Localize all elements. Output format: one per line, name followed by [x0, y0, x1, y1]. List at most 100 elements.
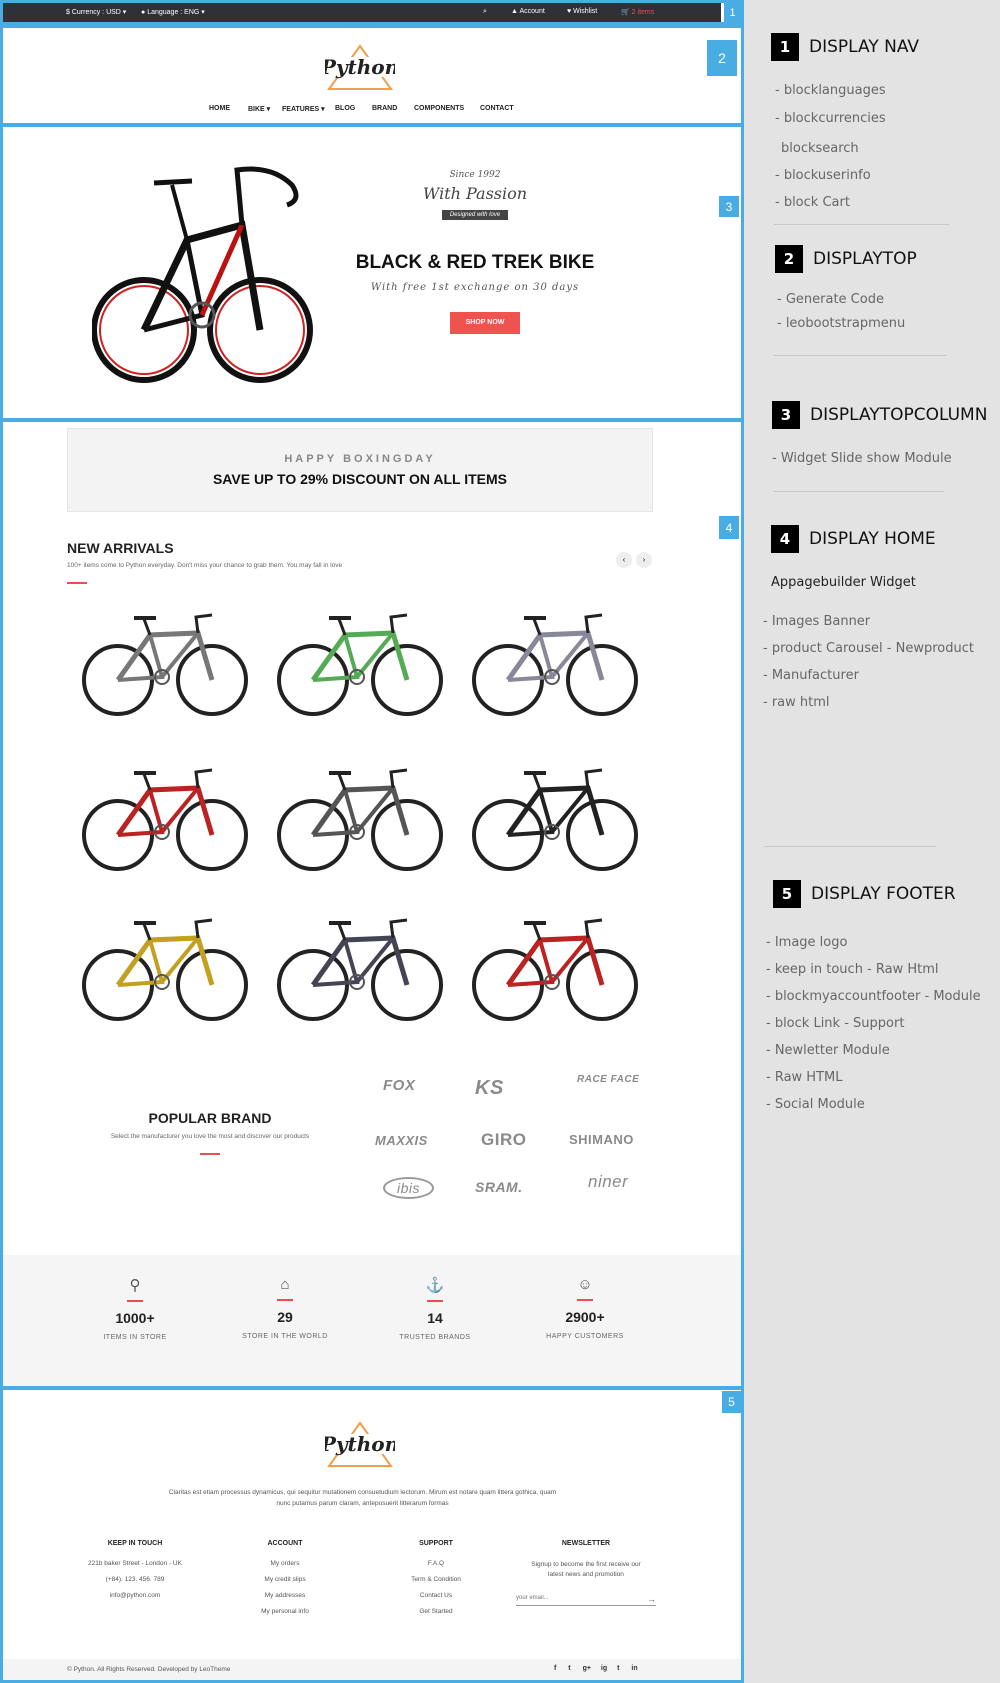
footer-link[interactable]: My addresses — [215, 1592, 355, 1599]
menu-components[interactable]: COMPONENTS — [414, 105, 464, 112]
menu-brand[interactable]: BRAND — [372, 105, 397, 112]
brand-logo-ibis[interactable]: ibis — [383, 1177, 435, 1199]
stat-item: ☺ 2900+ HAPPY CUSTOMERS — [510, 1276, 660, 1340]
twitter-icon[interactable]: t — [568, 1665, 570, 1672]
product-bike-image[interactable] — [80, 605, 250, 725]
panel-divider — [774, 355, 946, 356]
accent-line — [200, 1153, 220, 1155]
marker-1: 1 — [724, 3, 741, 22]
panel-divider — [774, 224, 949, 225]
brand-logo-ks[interactable]: KS — [475, 1077, 504, 1100]
footer-link[interactable]: My orders — [215, 1560, 355, 1567]
footer-heading: SUPPORT — [419, 1540, 453, 1547]
brand-logo-sram[interactable]: SRAM. — [475, 1179, 523, 1195]
footer-link[interactable]: F.A.Q — [366, 1560, 506, 1567]
brand-logo-giro[interactable]: GIRO — [481, 1130, 526, 1150]
instagram-icon[interactable]: ig — [601, 1665, 607, 1672]
facebook-icon[interactable]: f — [554, 1665, 556, 1672]
brand-logo-raceface[interactable]: RACE FACE — [577, 1075, 647, 1085]
panel-item: - keep in touch - Raw Html — [766, 962, 939, 977]
footer-heading: NEWSLETTER — [561, 1540, 611, 1547]
shop-now-button[interactable]: SHOP NOW — [450, 312, 520, 334]
product-bike-image[interactable] — [275, 910, 445, 1030]
tumblr-icon[interactable]: t — [617, 1665, 619, 1672]
hero-bike-image — [92, 166, 313, 383]
new-arrivals-title: NEW ARRIVALS — [67, 540, 174, 556]
panel-item: - blockcurrencies — [775, 111, 886, 126]
panel-item: - Generate Code — [777, 292, 884, 307]
language-select[interactable]: ● Language : ENG ▾ — [141, 8, 205, 16]
product-bike-image[interactable] — [275, 605, 445, 725]
svg-text:Python: Python — [325, 55, 395, 79]
site-preview: $ Currency : USD ▾ ● Language : ENG ▾ ⌕ … — [0, 0, 744, 1683]
panel-heading-1: 1 DISPLAY NAV — [771, 33, 919, 61]
wishlist-link[interactable]: ♥ Wishlist — [567, 8, 597, 15]
footer-logo[interactable]: Python — [320, 1420, 399, 1470]
menu-contact[interactable]: CONTACT — [480, 105, 514, 112]
social-icons: f t g+ ig t in — [554, 1665, 638, 1672]
site-logo[interactable]: Python — [320, 43, 399, 93]
product-bike-image[interactable] — [470, 760, 640, 880]
brand-logo-shimano[interactable]: SHIMANO — [569, 1132, 634, 1147]
footer-heading: ACCOUNT — [267, 1540, 303, 1547]
home-icon: ⌂ — [280, 1276, 290, 1293]
footer-link[interactable]: Term & Condition — [366, 1576, 506, 1583]
footer-about: Claritas est etiam processus dynamicus, … — [168, 1489, 557, 1507]
stat-item: ⚲ 1000+ ITEMS IN STORE — [60, 1276, 210, 1341]
panel-item: blocksearch — [781, 141, 859, 156]
footer-newsletter: NEWSLETTER Signup to become the first re… — [516, 1540, 656, 1606]
accent-line — [577, 1299, 593, 1301]
smile-icon: ☺ — [577, 1276, 593, 1293]
search-icon[interactable]: ⌕ — [483, 8, 487, 16]
marker-2: 2 — [707, 40, 737, 76]
panel-item: - Raw HTML — [766, 1070, 843, 1085]
footer-link[interactable]: Contact Us — [366, 1592, 506, 1599]
panel-heading-3: 3 DISPLAYTOPCOLUMN — [772, 401, 987, 429]
cart-link[interactable]: 🛒 2 items — [621, 8, 654, 16]
stat-label: STORE IN THE WORLD — [242, 1333, 328, 1340]
linkedin-icon[interactable]: in — [631, 1665, 637, 1672]
stat-label: TRUSTED BRANDS — [399, 1334, 471, 1341]
product-bike-image[interactable] — [80, 760, 250, 880]
bicycle-icon: ⚲ — [129, 1277, 141, 1294]
account-link[interactable]: ▲ Account — [511, 8, 545, 15]
newsletter-submit-arrow-icon[interactable]: → — [647, 1594, 656, 1604]
product-bike-image[interactable] — [80, 910, 250, 1030]
google-plus-icon[interactable]: g+ — [583, 1665, 591, 1672]
slide-passion: With Passion — [422, 184, 528, 203]
footer-link[interactable]: My personal info — [215, 1608, 355, 1615]
footer-phone: (+84). 123. 456. 789 — [105, 1576, 165, 1583]
footer-link[interactable]: My credit slips — [215, 1576, 355, 1583]
slide-since: Since 1992 — [449, 170, 501, 180]
footer-email[interactable]: info@python.com — [65, 1592, 205, 1599]
carousel-prev-button[interactable]: ‹ — [616, 552, 632, 568]
footer-address: 221b baker Street - London - UK — [88, 1560, 182, 1567]
menu-bike[interactable]: BIKE ▾ — [248, 105, 270, 113]
newsletter-email-input[interactable] — [516, 1595, 626, 1601]
product-bike-image[interactable] — [470, 605, 640, 725]
menu-home[interactable]: HOME — [209, 105, 230, 112]
menu-features[interactable]: FEATURES ▾ — [282, 105, 325, 113]
footer-link[interactable]: Get Started — [366, 1608, 506, 1615]
panel-item: - blockmyaccountfooter - Module — [766, 989, 981, 1004]
panel-item: - blocklanguages — [775, 83, 886, 98]
menu-blog[interactable]: BLOG — [335, 105, 355, 112]
brand-logo-niner[interactable]: niner — [588, 1172, 628, 1192]
panel-item: - Newletter Module — [766, 1043, 890, 1058]
panel-subheading: Appagebuilder Widget — [771, 575, 916, 590]
stat-label: HAPPY CUSTOMERS — [546, 1333, 624, 1340]
newsletter-form: → — [516, 1594, 656, 1606]
currency-select[interactable]: $ Currency : USD ▾ — [66, 8, 126, 16]
footer-keep-in-touch: KEEP IN TOUCH 221b baker Street - London… — [65, 1540, 205, 1608]
product-bike-image[interactable] — [470, 910, 640, 1030]
stat-number: 14 — [427, 1310, 443, 1326]
brand-logo-maxxis[interactable]: MAXXIS — [375, 1133, 428, 1148]
brand-logo-fox[interactable]: FOX — [383, 1077, 415, 1094]
svg-text:Python: Python — [325, 1432, 395, 1456]
accent-line — [127, 1300, 143, 1302]
panel-item: - block Link - Support — [766, 1016, 905, 1031]
carousel-next-button[interactable]: › — [636, 552, 652, 568]
product-bike-image[interactable] — [275, 760, 445, 880]
promo-banner[interactable]: HAPPY BOXINGDAY SAVE UP TO 29% DISCOUNT … — [67, 428, 653, 512]
footer-heading: KEEP IN TOUCH — [107, 1540, 163, 1547]
